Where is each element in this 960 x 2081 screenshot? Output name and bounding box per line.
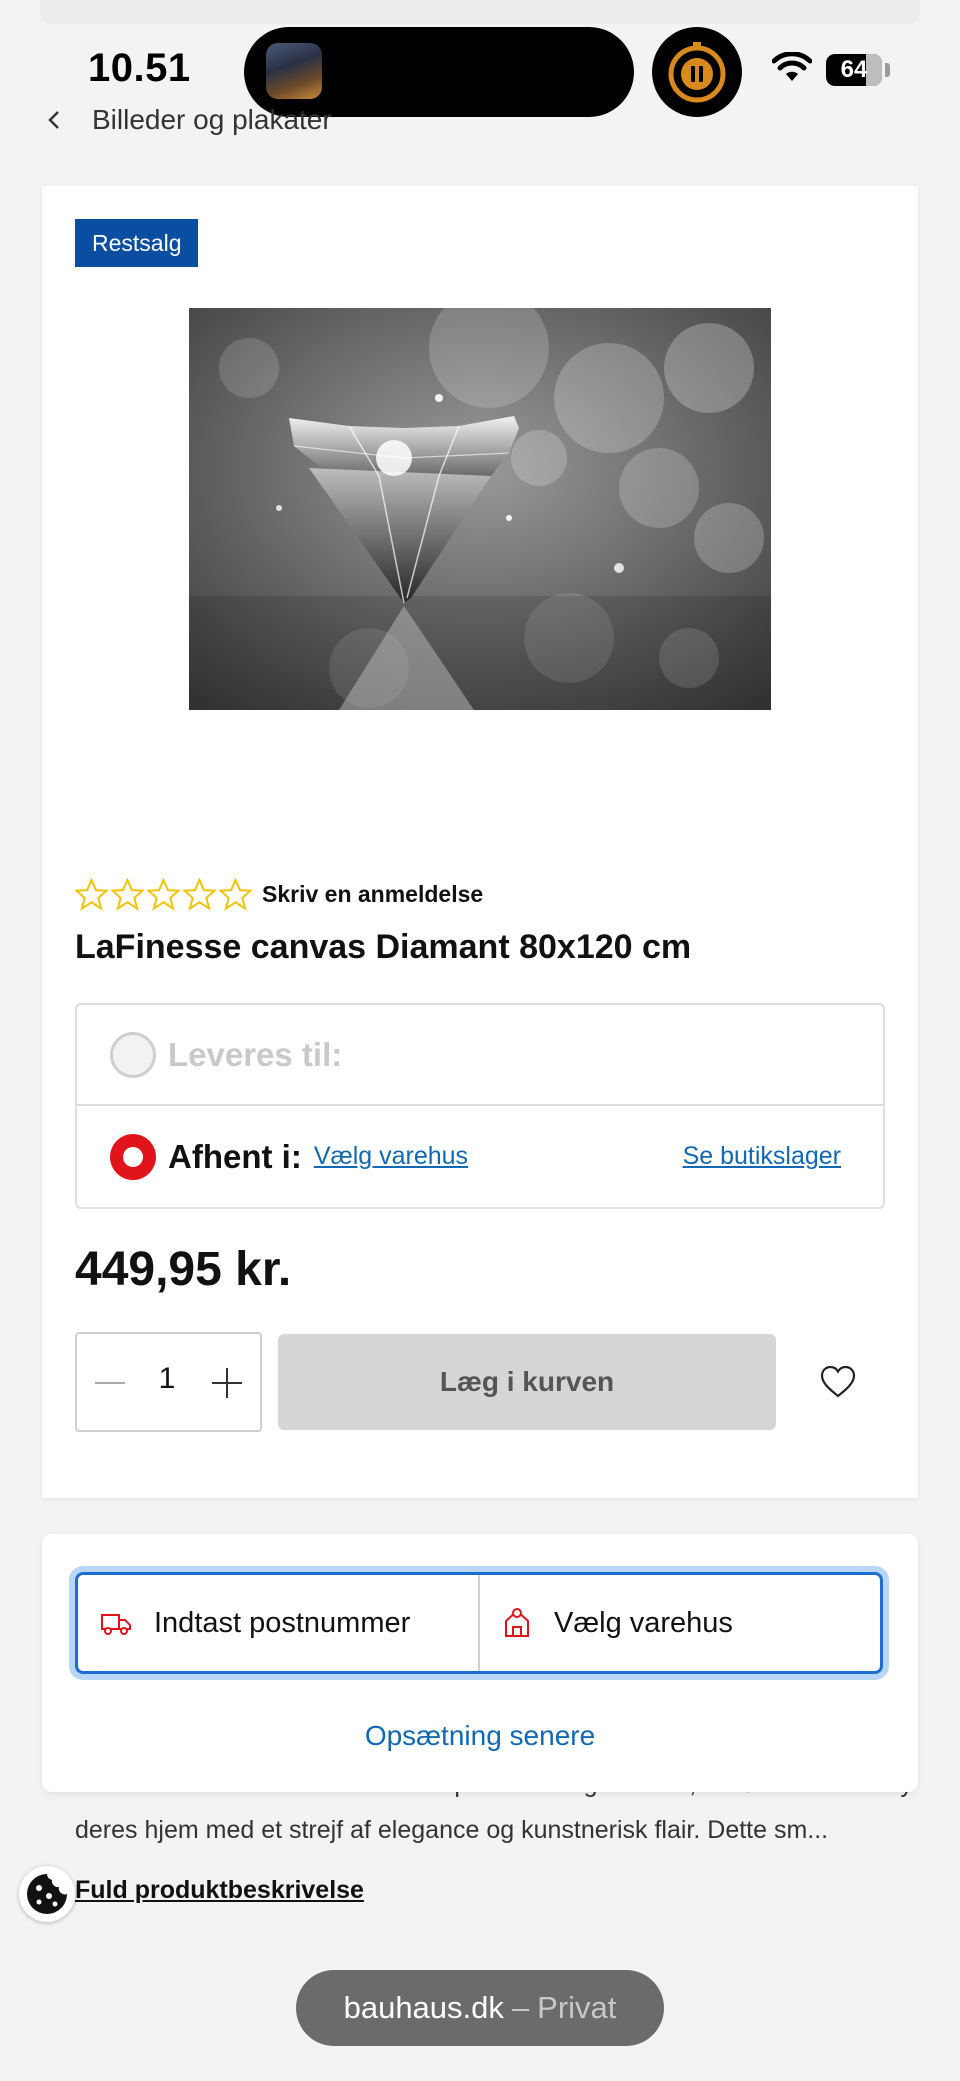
product-title: LaFinesse canvas Diamant 80x120 cm bbox=[75, 928, 692, 966]
star-empty-icon bbox=[219, 877, 252, 911]
location-options: Indtast postnummer Vælg varehus bbox=[75, 1572, 883, 1674]
full-description-link[interactable]: Fuld produktbeskrivelse bbox=[75, 1876, 364, 1905]
battery-indicator: 64 bbox=[826, 54, 882, 86]
breadcrumb[interactable]: Billeder og plakater bbox=[40, 100, 332, 140]
battery-percentage: 64 bbox=[840, 56, 868, 83]
pickup-radio[interactable] bbox=[110, 1133, 156, 1180]
choose-store-link[interactable]: Vælg varehus bbox=[314, 1142, 468, 1171]
rating-stars bbox=[75, 877, 252, 911]
enter-postcode-label: Indtast postnummer bbox=[154, 1606, 411, 1639]
star-empty-icon bbox=[183, 877, 216, 911]
enter-postcode-option[interactable]: Indtast postnummer bbox=[78, 1575, 480, 1671]
product-card: Restsalg Skriv en anmeldelse LaFinesse c… bbox=[42, 186, 918, 1498]
product-price: 449,95 kr. bbox=[75, 1243, 292, 1296]
rating-row[interactable]: Skriv en anmeldelse bbox=[75, 874, 483, 914]
heart-icon[interactable] bbox=[818, 1362, 858, 1402]
url-bar[interactable]: bauhaus.dk – Privat bbox=[296, 1970, 664, 2046]
description-line-2: deres hjem med et strejf af elegance og … bbox=[75, 1816, 829, 1844]
add-to-cart-button[interactable]: Læg i kurven bbox=[278, 1334, 776, 1430]
ship-radio[interactable] bbox=[110, 1031, 156, 1078]
quantity-value[interactable]: 1 bbox=[147, 1362, 187, 1396]
choose-store-option[interactable]: Vælg varehus bbox=[480, 1575, 880, 1671]
clock: 10.51 bbox=[88, 46, 191, 90]
timer-activity[interactable] bbox=[652, 27, 742, 117]
previous-content-ghost bbox=[40, 0, 920, 24]
store-icon bbox=[505, 1608, 529, 1637]
truck-icon bbox=[101, 1614, 131, 1635]
star-empty-icon bbox=[111, 877, 144, 911]
private-mode-label: Privat bbox=[537, 1990, 617, 2025]
battery-nub bbox=[885, 63, 890, 77]
now-playing-thumbnail bbox=[266, 43, 322, 99]
quantity-stepper[interactable]: 1 bbox=[75, 1332, 262, 1432]
write-review-link[interactable]: Skriv en anmeldelse bbox=[262, 881, 483, 908]
breadcrumb-label[interactable]: Billeder og plakater bbox=[92, 104, 332, 136]
ship-label: Leveres til: bbox=[168, 1035, 343, 1073]
delivery-options: Leveres til: Afhent i: Vælg varehus Se b… bbox=[75, 1003, 885, 1209]
setup-later-link[interactable]: Opsætning senere bbox=[42, 1720, 918, 1752]
minus-icon[interactable] bbox=[93, 1366, 127, 1400]
location-setup-popup: Indtast postnummer Vælg varehus Opsætnin… bbox=[42, 1534, 918, 1792]
store-stock-link[interactable]: Se butikslager bbox=[683, 1142, 841, 1171]
chevron-left-icon[interactable] bbox=[40, 105, 70, 135]
wifi-icon bbox=[772, 52, 812, 81]
sale-badge: Restsalg bbox=[75, 219, 199, 267]
url-separator: – bbox=[511, 1990, 530, 2025]
delivery-option-pickup[interactable]: Afhent i: Vælg varehus Se butikslager bbox=[77, 1106, 883, 1207]
star-empty-icon bbox=[147, 877, 180, 911]
delivery-option-ship[interactable]: Leveres til: bbox=[77, 1005, 883, 1106]
plus-icon[interactable] bbox=[210, 1366, 244, 1400]
pickup-label: Afhent i: bbox=[168, 1137, 302, 1175]
cookie-icon bbox=[27, 1874, 67, 1914]
battery-level bbox=[866, 54, 882, 86]
product-image[interactable] bbox=[189, 308, 771, 710]
star-empty-icon bbox=[75, 877, 108, 911]
choose-store-label: Vælg varehus bbox=[554, 1606, 733, 1639]
pause-timer-icon bbox=[668, 42, 726, 103]
url-domain: bauhaus.dk bbox=[343, 1990, 504, 2025]
cookie-settings-button[interactable] bbox=[19, 1866, 75, 1922]
